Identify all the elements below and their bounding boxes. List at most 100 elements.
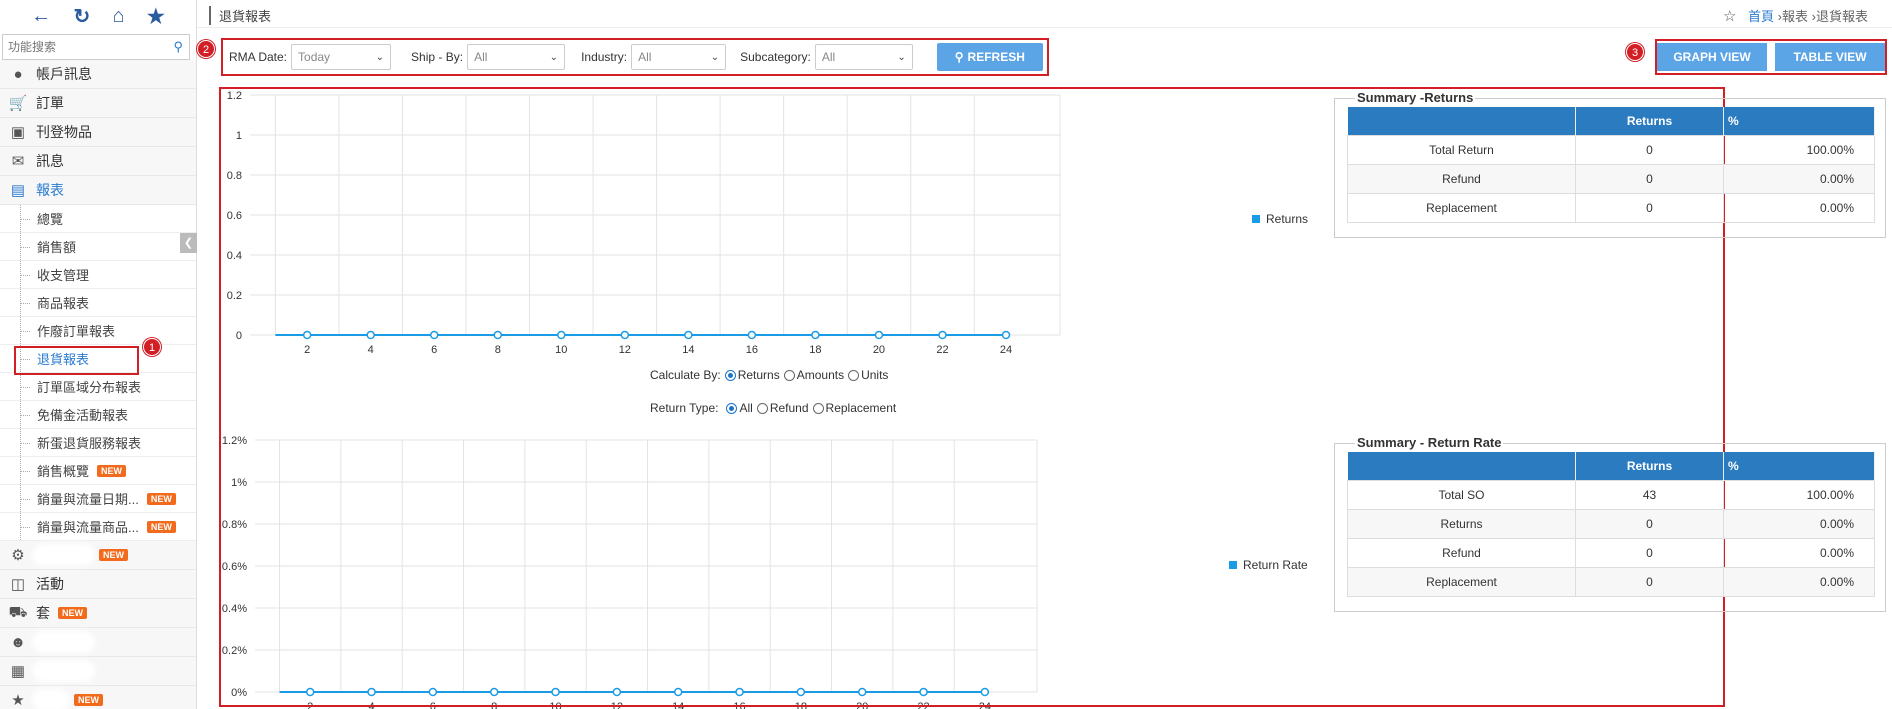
sidebar-item-messages[interactable]: ✉ 訊息 <box>0 147 196 176</box>
table-row: Total SO 43 100.00% <box>1347 479 1875 510</box>
table-cell: 0.00% <box>1723 163 1875 194</box>
sub-item-traffic-product[interactable]: 銷量與流量商品... NEW <box>0 513 196 541</box>
sidebar-item-shipping[interactable]: ⛟ 套 NEW <box>0 599 196 628</box>
table-row: Refund 0 0.00% <box>1347 163 1875 194</box>
table-header: Returns <box>1575 452 1724 480</box>
table-header: Returns <box>1575 107 1724 135</box>
sidebar-item-label: 報表 <box>36 182 64 198</box>
table-row: Refund 0 0.00% <box>1347 537 1875 568</box>
summary-returns-table: Returns % Total Return 0 100.00% Refund 0 0.… <box>1347 107 1875 223</box>
sidebar-menu: ● 帳戶訊息 🛒 訂單 ▣ 刊登物品 ✉ 訊息 ▤ 報表 <box>0 60 196 205</box>
refresh-icon[interactable]: ↻ <box>73 4 90 29</box>
sub-item-label: 作廢訂單報表 <box>37 324 116 339</box>
sidebar-item-label: 帳戶訊息 <box>36 66 92 82</box>
sub-item-return-service[interactable]: 新蛋退貨服務報表 <box>0 429 196 457</box>
breadcrumb-reports[interactable]: 報表 <box>1782 9 1808 24</box>
sub-item-sales-overview[interactable]: 銷售概覽 NEW <box>0 457 196 485</box>
table-header: % <box>1723 452 1875 480</box>
table-cell: 0.00% <box>1723 508 1875 539</box>
table-cell: 0.00% <box>1723 537 1875 568</box>
sub-item-label: 銷售額 <box>37 240 77 255</box>
users-icon: ☻ <box>10 633 26 651</box>
annotation-badge-2: 2 <box>197 40 215 58</box>
sub-item-overview[interactable]: 總覽 <box>0 205 196 233</box>
sub-item-region[interactable]: 訂單區域分布報表 <box>0 373 196 401</box>
sidebar-item-label: 刊登物品 <box>36 124 92 140</box>
breadcrumb: ☆ 首頁 ›報表 ›退貨報表 <box>1723 6 1868 25</box>
cart-icon: 🛒 <box>8 95 28 112</box>
new-badge: NEW <box>58 607 87 619</box>
sub-item-traffic-date[interactable]: 銷量與流量日期... NEW <box>0 485 196 513</box>
table-header <box>1347 452 1576 480</box>
sidebar-item-listings[interactable]: ▣ 刊登物品 <box>0 118 196 147</box>
star-icon: ★ <box>11 692 25 709</box>
annotation-box-1 <box>14 346 139 375</box>
bar-chart-icon: ▤ <box>10 182 26 199</box>
table-cell: Total Return <box>1347 134 1576 165</box>
table-row: Replacement 0 0.00% <box>1347 566 1875 597</box>
star-icon[interactable]: ★ <box>147 4 165 29</box>
user-icon: ● <box>13 65 23 83</box>
sub-item-label: 銷量與流量日期... <box>37 492 139 507</box>
breadcrumb-home[interactable]: 首頁 <box>1748 9 1774 24</box>
table-header <box>1347 107 1576 135</box>
sub-item-promo[interactable]: 免備金活動報表 <box>0 401 196 429</box>
favorite-star-icon[interactable]: ☆ <box>1723 8 1736 25</box>
new-badge: NEW <box>74 694 103 706</box>
redacted-label <box>36 635 91 649</box>
breadcrumb-current: 退貨報表 <box>1815 9 1868 24</box>
annotation-badge-3: 3 <box>1626 43 1644 61</box>
sub-item-label: 總覽 <box>37 212 64 227</box>
new-badge: NEW <box>146 492 176 505</box>
search-icon[interactable]: ⚲ <box>173 39 183 55</box>
table-cell: Returns <box>1347 508 1576 539</box>
building-icon: ▦ <box>10 663 26 680</box>
table-cell: 0.00% <box>1723 566 1875 597</box>
sidebar-item-users[interactable]: ☻ <box>0 628 196 657</box>
table-cell: 43 <box>1575 479 1724 510</box>
back-arrow-icon[interactable]: ← <box>31 5 51 28</box>
summary-returns-title: Summary -Returns <box>1355 90 1476 105</box>
gift-icon: ◫ <box>10 576 26 593</box>
summary-returns-panel: Summary -Returns Returns % Total Return 0… <box>1334 90 1886 238</box>
sidebar-item-settings[interactable]: ⚙ NEW <box>0 541 196 570</box>
summary-rate-title: Summary - Return Rate <box>1355 435 1504 450</box>
sidebar-item-account[interactable]: ● 帳戶訊息 <box>0 60 196 89</box>
sub-item-label: 銷量與流量商品... <box>37 520 139 535</box>
sub-item-void-orders[interactable]: 作廢訂單報表 <box>0 317 196 345</box>
top-bar: 退貨報表 ☆ 首頁 ›報表 ›退貨報表 <box>197 0 1892 28</box>
sidebar-collapse-button[interactable]: ❮ <box>180 233 197 253</box>
home-icon[interactable]: ⌂ <box>113 5 125 28</box>
sidebar-item-company[interactable]: ▦ <box>0 657 196 686</box>
table-row: Returns 0 0.00% <box>1347 508 1875 539</box>
sidebar-item-reports[interactable]: ▤ 報表 <box>0 176 196 205</box>
sidebar-item-orders[interactable]: 🛒 訂單 <box>0 89 196 118</box>
sub-item-finance[interactable]: 收支管理 <box>0 261 196 289</box>
summary-rate-panel: Summary - Return Rate Returns % Total SO… <box>1334 435 1886 612</box>
table-row: Replacement 0 0.00% <box>1347 192 1875 223</box>
page-title: 退貨報表 <box>209 6 271 25</box>
new-badge: NEW <box>97 464 127 477</box>
sidebar-item-featured[interactable]: ★ NEW <box>0 686 196 709</box>
sidebar-item-label: 套 <box>36 605 50 621</box>
sub-item-sales[interactable]: 銷售額 <box>0 233 196 261</box>
table-header: % <box>1723 107 1875 135</box>
table-cell: 0 <box>1575 566 1724 597</box>
sidebar-menu-lower: ⚙ NEW ◫ 活動 ⛟ 套 NEW ☻ ▦ ★ NEW <box>0 541 196 709</box>
table-cell: 100.00% <box>1723 134 1875 165</box>
redacted-label <box>36 548 91 562</box>
truck-icon: ⛟ <box>8 603 28 621</box>
sub-item-label: 免備金活動報表 <box>37 408 129 423</box>
table-cell: Replacement <box>1347 192 1576 223</box>
sidebar-toolbar: ← ↻ ⌂ ★ <box>0 0 196 32</box>
gears-icon: ⚙ <box>11 547 25 564</box>
table-cell: 0 <box>1575 508 1724 539</box>
sub-item-product-report[interactable]: 商品報表 <box>0 289 196 317</box>
sidebar-search-input[interactable] <box>3 35 163 59</box>
sidebar-item-label: 訊息 <box>36 153 64 169</box>
table-header-row: Returns % <box>1347 452 1875 480</box>
sidebar-item-promotions[interactable]: ◫ 活動 <box>0 570 196 599</box>
table-header-row: Returns % <box>1347 107 1875 135</box>
table-cell: 0 <box>1575 134 1724 165</box>
sub-item-label: 新蛋退貨服務報表 <box>37 436 142 451</box>
